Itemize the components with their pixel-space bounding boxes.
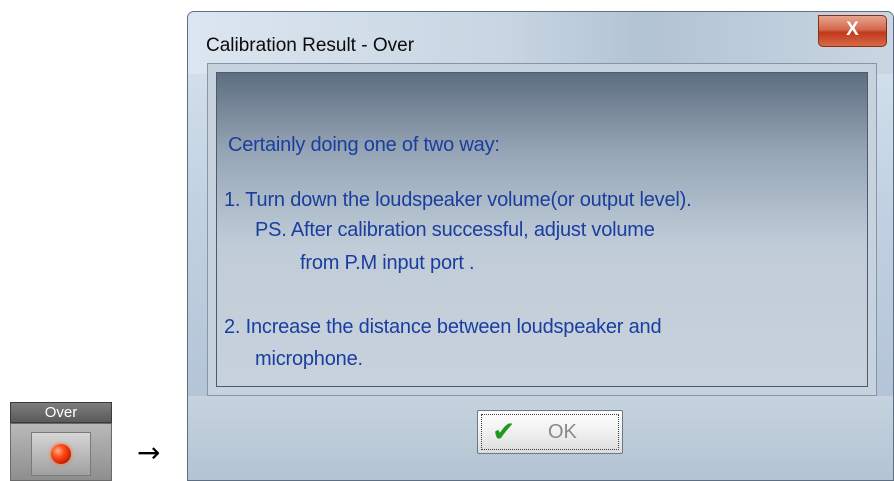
- over-indicator-label: Over: [10, 402, 112, 423]
- message-line: microphone.: [255, 348, 363, 370]
- over-indicator-body: [10, 423, 112, 481]
- close-button[interactable]: X: [818, 15, 887, 47]
- over-indicator: Over: [10, 402, 112, 481]
- close-icon: X: [846, 19, 859, 40]
- message-panel: Certainly doing one of two way: 1. Turn …: [216, 72, 868, 387]
- over-indicator-button[interactable]: [31, 432, 91, 476]
- dialog-footer: ✔ OK: [188, 396, 893, 480]
- stage: Over → Calibration Result - Over X Certa…: [0, 0, 894, 481]
- dialog-title: Calibration Result - Over: [206, 35, 415, 56]
- message-line: PS. After calibration successful, adjust…: [255, 219, 655, 241]
- message-line: from P.M input port .: [300, 252, 475, 274]
- message-line: 2. Increase the distance between loudspe…: [224, 316, 662, 338]
- message-line: Certainly doing one of two way:: [228, 134, 500, 156]
- checkmark-icon: ✔: [492, 415, 516, 448]
- message-frame: Certainly doing one of two way: 1. Turn …: [207, 63, 877, 396]
- ok-button-label: OK: [548, 421, 577, 443]
- message-line: 1. Turn down the loudspeaker volume(or o…: [224, 189, 692, 211]
- ok-button[interactable]: ✔ OK: [477, 410, 623, 454]
- calibration-result-dialog: Calibration Result - Over X Certainly do…: [187, 11, 894, 481]
- right-arrow-icon: →: [137, 436, 161, 469]
- red-lamp-icon: [51, 444, 71, 464]
